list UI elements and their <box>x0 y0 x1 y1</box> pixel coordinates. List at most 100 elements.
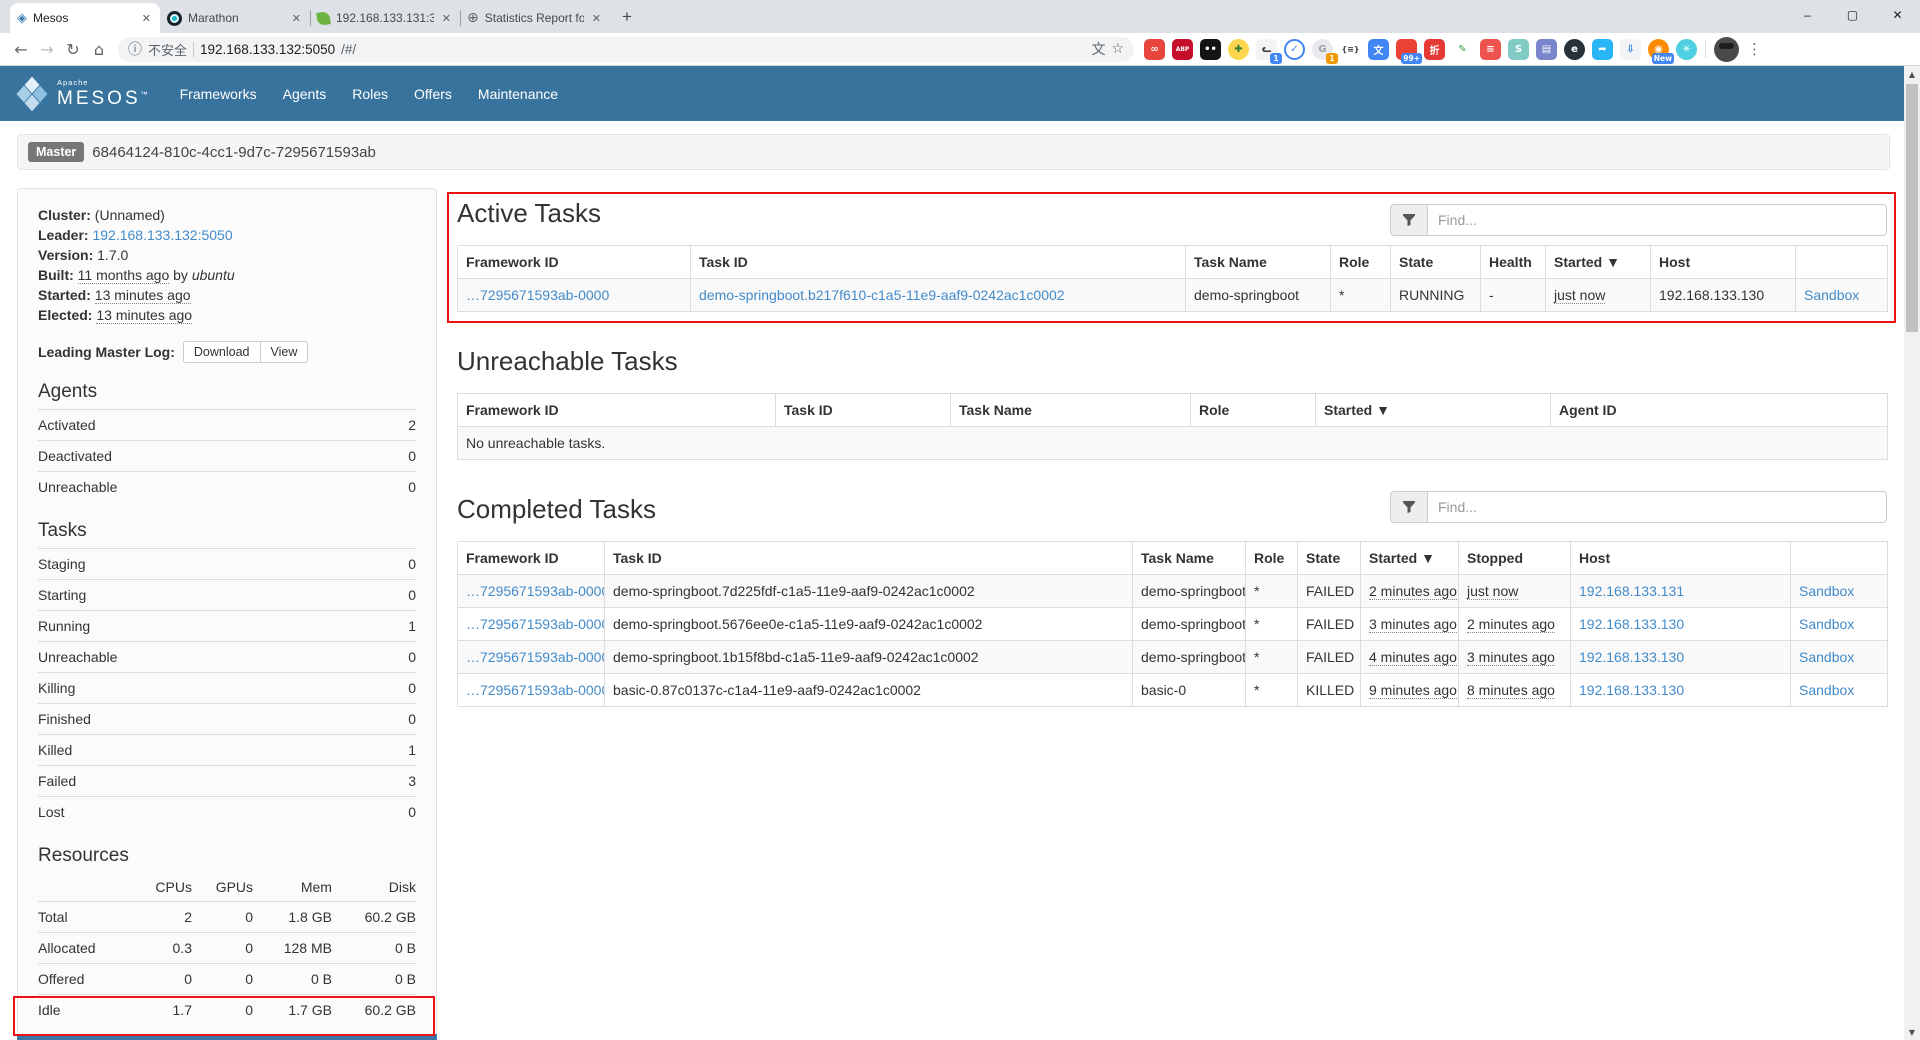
task-id-cell: demo-springboot.5676ee0e-c1a5-11e9-aaf9-… <box>605 608 1133 641</box>
col-role[interactable]: Role <box>1331 246 1391 279</box>
extension-icon-11[interactable]: 折 <box>1424 39 1445 60</box>
col-framework-id[interactable]: Framework ID <box>458 246 691 279</box>
bookmark-star-icon[interactable]: ☆ <box>1111 41 1124 57</box>
sandbox-link[interactable]: Sandbox <box>1799 649 1854 665</box>
sandbox-link[interactable]: Sandbox <box>1799 682 1854 698</box>
tab-marathon[interactable]: Marathon ✕ <box>160 3 310 33</box>
address-bar[interactable]: ⓘ 不安全 192.168.133.132:5050 /#/ 文 ☆ <box>118 37 1134 62</box>
host-link[interactable]: 192.168.133.130 <box>1579 649 1684 665</box>
master-id: 68464124-810c-4cc1-9d7c-7295671593ab <box>92 144 376 161</box>
completed-find-box <box>1390 491 1887 523</box>
col-role[interactable]: Role <box>1191 394 1316 427</box>
nav-agents[interactable]: Agents <box>270 86 340 102</box>
tab-spring-hello[interactable]: 192.168.133.131:31657/hello w ✕ <box>310 3 460 33</box>
forward-button[interactable]: → <box>34 36 60 62</box>
col-state[interactable]: State <box>1298 542 1361 575</box>
framework-link[interactable]: …7295671593ab-0000 <box>466 682 605 698</box>
window-close-button[interactable]: ✕ <box>1875 0 1920 30</box>
col-started-sort[interactable]: Started ▼ <box>1361 542 1459 575</box>
nav-frameworks[interactable]: Frameworks <box>167 86 270 102</box>
active-find-input[interactable] <box>1428 204 1887 236</box>
profile-avatar[interactable] <box>1714 37 1739 62</box>
security-label: 不安全 <box>148 40 187 59</box>
tab-close-icon[interactable]: ✕ <box>590 12 603 25</box>
extension-icon-2[interactable]: ABP <box>1172 39 1193 60</box>
scroll-down-icon[interactable]: ▼ <box>1904 1024 1920 1040</box>
completed-find-input[interactable] <box>1428 491 1887 523</box>
page-info-icon[interactable]: ⓘ <box>128 39 142 59</box>
col-task-id[interactable]: Task ID <box>776 394 951 427</box>
extension-icon-5[interactable]: ᓚ1 <box>1256 39 1277 60</box>
extension-icon-19[interactable]: ◉New <box>1648 39 1669 60</box>
window-maximize-button[interactable]: ▢ <box>1830 0 1875 30</box>
extension-icon-3[interactable]: •• <box>1200 39 1221 60</box>
extension-icon-15[interactable]: ▤ <box>1536 39 1557 60</box>
window-minimize-button[interactable]: – <box>1785 0 1830 30</box>
sandbox-link[interactable]: Sandbox <box>1799 616 1854 632</box>
mesos-logo[interactable]: Apache MESOS™ <box>14 74 151 114</box>
col-agent-id[interactable]: Agent ID <box>1551 394 1888 427</box>
sandbox-link[interactable]: Sandbox <box>1799 583 1854 599</box>
col-task-name[interactable]: Task Name <box>951 394 1191 427</box>
scrollbar-thumb[interactable] <box>1906 84 1918 332</box>
extension-icon-6[interactable]: ✓ <box>1284 39 1305 60</box>
leader-link[interactable]: 192.168.133.132:5050 <box>92 227 232 243</box>
col-framework-id[interactable]: Framework ID <box>458 542 605 575</box>
extension-icon-9[interactable]: 文 <box>1368 39 1389 60</box>
col-state[interactable]: State <box>1391 246 1481 279</box>
back-button[interactable]: ← <box>8 36 34 62</box>
task-link[interactable]: demo-springboot.b217f610-c1a5-11e9-aaf9-… <box>699 287 1065 303</box>
nav-offers[interactable]: Offers <box>401 86 465 102</box>
framework-link[interactable]: …7295671593ab-0000 <box>466 583 605 599</box>
tab-close-icon[interactable]: ✕ <box>140 12 153 25</box>
col-stopped[interactable]: Stopped <box>1459 542 1571 575</box>
col-host[interactable]: Host <box>1651 246 1796 279</box>
col-task-id[interactable]: Task ID <box>605 542 1133 575</box>
browser-toolbar: ← → ↻ ⌂ ⓘ 不安全 192.168.133.132:5050 /#/ 文… <box>0 33 1920 66</box>
tab-close-icon[interactable]: ✕ <box>290 12 303 25</box>
col-task-name[interactable]: Task Name <box>1133 542 1246 575</box>
col-host[interactable]: Host <box>1571 542 1791 575</box>
home-button[interactable]: ⌂ <box>86 36 112 62</box>
sandbox-link[interactable]: Sandbox <box>1804 287 1859 303</box>
tab-haproxy-stats[interactable]: ⊕ Statistics Report for HAProxy ✕ <box>460 3 610 33</box>
host-link[interactable]: 192.168.133.130 <box>1579 616 1684 632</box>
col-started-sort[interactable]: Started ▼ <box>1316 394 1551 427</box>
col-role[interactable]: Role <box>1246 542 1298 575</box>
new-tab-button[interactable]: + <box>614 4 640 30</box>
view-log-button[interactable]: View <box>261 341 309 363</box>
framework-link[interactable]: …7295671593ab-0000 <box>466 649 605 665</box>
reload-button[interactable]: ↻ <box>60 36 86 62</box>
extension-icon-7[interactable]: G1 <box>1312 39 1333 60</box>
browser-menu-icon[interactable]: ⋮ <box>1747 40 1762 58</box>
extension-icon-8[interactable]: {≡} <box>1340 39 1361 60</box>
extension-icon-16[interactable]: e <box>1564 39 1585 60</box>
tasks-heading: Tasks <box>38 520 416 542</box>
framework-link[interactable]: …7295671593ab-0000 <box>466 287 609 303</box>
tab-mesos[interactable]: ◈ Mesos ✕ <box>10 3 160 33</box>
download-log-button[interactable]: Download <box>183 341 261 363</box>
extension-icon-4[interactable]: ✚ <box>1228 39 1249 60</box>
nav-maintenance[interactable]: Maintenance <box>465 86 571 102</box>
extension-icon-10[interactable]: 99+ <box>1396 39 1417 60</box>
col-task-name[interactable]: Task Name <box>1186 246 1331 279</box>
col-task-id[interactable]: Task ID <box>691 246 1186 279</box>
framework-link[interactable]: …7295671593ab-0000 <box>466 616 605 632</box>
translate-icon[interactable]: 文 <box>1091 39 1105 59</box>
page-scrollbar[interactable]: ▲ ▼ <box>1904 66 1920 1040</box>
host-link[interactable]: 192.168.133.130 <box>1579 682 1684 698</box>
extension-icon-13[interactable]: ≡ <box>1480 39 1501 60</box>
extension-icon-14[interactable]: S <box>1508 39 1529 60</box>
col-health[interactable]: Health <box>1481 246 1546 279</box>
extension-icon-12[interactable]: ✎ <box>1452 39 1473 60</box>
extension-icon-20[interactable]: ✳ <box>1676 39 1697 60</box>
extension-icon-1[interactable]: ∞ <box>1144 39 1165 60</box>
tab-close-icon[interactable]: ✕ <box>440 12 453 25</box>
extension-icon-17[interactable]: ➦ <box>1592 39 1613 60</box>
col-started-sort[interactable]: Started ▼ <box>1546 246 1651 279</box>
host-link[interactable]: 192.168.133.131 <box>1579 583 1684 599</box>
scroll-up-icon[interactable]: ▲ <box>1904 66 1920 82</box>
nav-roles[interactable]: Roles <box>339 86 401 102</box>
extension-icon-18[interactable]: ⇩ <box>1620 39 1641 60</box>
col-framework-id[interactable]: Framework ID <box>458 394 776 427</box>
